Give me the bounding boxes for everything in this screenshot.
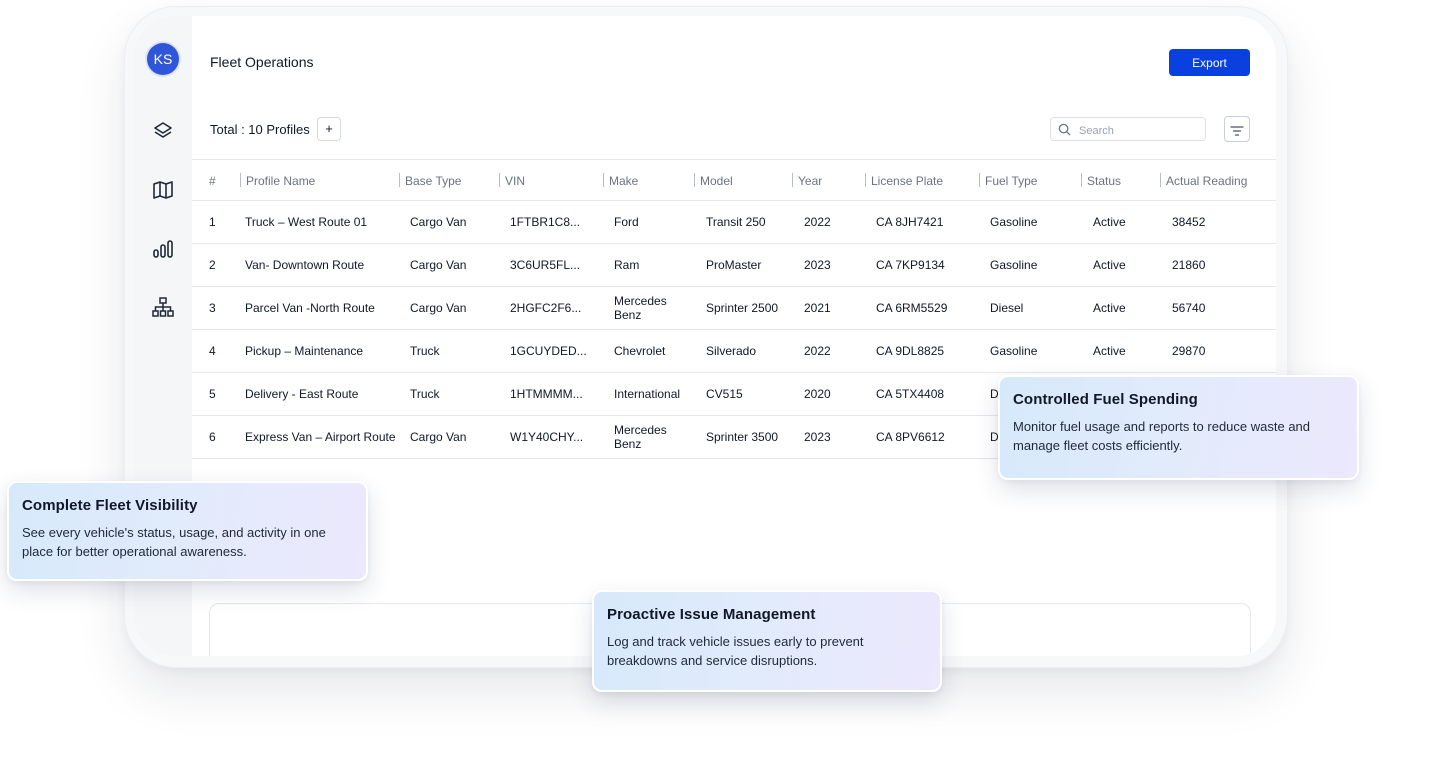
cell-vin: 1GCUYDED... xyxy=(499,329,603,373)
cell-vin: 3C6UR5FL... xyxy=(499,243,603,287)
cell-year: 2020 xyxy=(792,372,865,416)
cell-base-type: Cargo Van xyxy=(399,286,499,330)
filter-button[interactable] xyxy=(1224,116,1250,142)
col-header-fuel-type[interactable]: Fuel Type xyxy=(979,159,1081,201)
cell-model: Sprinter 2500 xyxy=(694,286,792,330)
layers-icon[interactable] xyxy=(151,119,175,143)
cell-status: Active xyxy=(1081,200,1160,244)
cell-profile-name: Truck – West Route 01 xyxy=(240,200,399,244)
table-header-row: # Profile Name Base Type VIN Make Model … xyxy=(192,159,1276,201)
cell-index: 5 xyxy=(192,372,240,416)
cell-status: Active xyxy=(1081,286,1160,330)
cell-make: Ford xyxy=(603,200,694,244)
cell-license-plate: CA 9DL8825 xyxy=(865,329,979,373)
col-header-make[interactable]: Make xyxy=(603,159,694,201)
callout-fuel-spending: Controlled Fuel Spending Monitor fuel us… xyxy=(998,375,1359,480)
cell-model: Sprinter 3500 xyxy=(694,415,792,459)
cell-actual-reading: 38452 xyxy=(1160,200,1276,244)
col-header-model[interactable]: Model xyxy=(694,159,792,201)
search-input[interactable] xyxy=(1077,121,1201,140)
cell-fuel-type: Gasoline xyxy=(979,329,1081,373)
cell-status: Active xyxy=(1081,243,1160,287)
cell-license-plate: CA 6RM5529 xyxy=(865,286,979,330)
col-header-profile-name[interactable]: Profile Name xyxy=(240,159,399,201)
table-row[interactable]: 4 Pickup – Maintenance Truck 1GCUYDED... Che… xyxy=(192,329,1276,373)
add-profile-button[interactable]: + xyxy=(317,117,341,141)
cell-model: CV515 xyxy=(694,372,792,416)
cell-model: Transit 250 xyxy=(694,200,792,244)
total-profiles-label: Total : 10 Profiles xyxy=(210,122,310,137)
cell-make: Mercedes Benz xyxy=(603,286,694,330)
table-row[interactable]: 1 Truck – West Route 01 Cargo Van 1FTBR1C8.… xyxy=(192,200,1276,244)
cell-index: 4 xyxy=(192,329,240,373)
cell-license-plate: CA 7KP9134 xyxy=(865,243,979,287)
cell-base-type: Cargo Van xyxy=(399,243,499,287)
cell-actual-reading: 56740 xyxy=(1160,286,1276,330)
cell-profile-name: Van- Downtown Route xyxy=(240,243,399,287)
col-header-index[interactable]: # xyxy=(192,159,240,201)
cell-actual-reading: 29870 xyxy=(1160,329,1276,373)
cell-license-plate: CA 8PV6612 xyxy=(865,415,979,459)
search-icon xyxy=(1058,123,1071,136)
cell-license-plate: CA 5TX4408 xyxy=(865,372,979,416)
cell-base-type: Truck xyxy=(399,372,499,416)
cell-year: 2023 xyxy=(792,243,865,287)
table-row[interactable]: 3 Parcel Van -North Route Cargo Van 2HGFC2F… xyxy=(192,286,1276,330)
cell-fuel-type: Gasoline xyxy=(979,200,1081,244)
cell-year: 2022 xyxy=(792,329,865,373)
bar-chart-icon[interactable] xyxy=(151,237,175,261)
cell-profile-name: Express Van – Airport Route xyxy=(240,415,399,459)
callout-body: Monitor fuel usage and reports to reduce… xyxy=(1013,419,1311,453)
map-icon[interactable] xyxy=(151,178,175,202)
cell-model: ProMaster xyxy=(694,243,792,287)
cell-base-type: Cargo Van xyxy=(399,200,499,244)
cell-vin: 2HGFC2F6... xyxy=(499,286,603,330)
cell-index: 3 xyxy=(192,286,240,330)
cell-make: Ram xyxy=(603,243,694,287)
col-header-actual-reading[interactable]: Actual Reading xyxy=(1160,159,1276,201)
cell-year: 2023 xyxy=(792,415,865,459)
callout-body: Log and track vehicle issues early to pr… xyxy=(607,634,864,668)
cell-profile-name: Parcel Van -North Route xyxy=(240,286,399,330)
cell-vin: W1Y40CHY... xyxy=(499,415,603,459)
callout-title: Complete Fleet Visibility xyxy=(22,497,198,514)
cell-make: Chevrolet xyxy=(603,329,694,373)
cell-model: Silverado xyxy=(694,329,792,373)
search-box xyxy=(1050,117,1206,141)
col-header-base-type[interactable]: Base Type xyxy=(399,159,499,201)
callout-body: See every vehicle's status, usage, and a… xyxy=(22,525,326,559)
callout-fleet-visibility: Complete Fleet Visibility See every vehi… xyxy=(7,481,368,581)
cell-index: 2 xyxy=(192,243,240,287)
callout-title: Controlled Fuel Spending xyxy=(1013,391,1198,408)
user-avatar[interactable]: KS xyxy=(147,43,179,75)
cell-base-type: Cargo Van xyxy=(399,415,499,459)
cell-actual-reading: 21860 xyxy=(1160,243,1276,287)
col-header-status[interactable]: Status xyxy=(1081,159,1160,201)
cell-year: 2022 xyxy=(792,200,865,244)
filter-icon xyxy=(1230,126,1244,136)
cell-make: International xyxy=(603,372,694,416)
cell-license-plate: CA 8JH7421 xyxy=(865,200,979,244)
cell-vin: 1FTBR1C8... xyxy=(499,200,603,244)
cell-index: 1 xyxy=(192,200,240,244)
org-chart-icon[interactable] xyxy=(151,295,175,319)
callout-issue-management: Proactive Issue Management Log and track… xyxy=(592,590,942,692)
cell-base-type: Truck xyxy=(399,329,499,373)
cell-year: 2021 xyxy=(792,286,865,330)
cell-profile-name: Pickup – Maintenance xyxy=(240,329,399,373)
col-header-year[interactable]: Year xyxy=(792,159,865,201)
cell-status: Active xyxy=(1081,329,1160,373)
cell-fuel-type: Diesel xyxy=(979,286,1081,330)
cell-fuel-type: Gasoline xyxy=(979,243,1081,287)
export-button[interactable]: Export xyxy=(1169,49,1250,76)
col-header-license-plate[interactable]: License Plate xyxy=(865,159,979,201)
table-row[interactable]: 2 Van- Downtown Route Cargo Van 3C6UR5FL...… xyxy=(192,243,1276,287)
cell-make: Mercedes Benz xyxy=(603,415,694,459)
cell-vin: 1HTMMMM... xyxy=(499,372,603,416)
callout-title: Proactive Issue Management xyxy=(607,606,816,623)
cell-index: 6 xyxy=(192,415,240,459)
col-header-vin[interactable]: VIN xyxy=(499,159,603,201)
page-title: Fleet Operations xyxy=(210,54,314,70)
cell-profile-name: Delivery - East Route xyxy=(240,372,399,416)
